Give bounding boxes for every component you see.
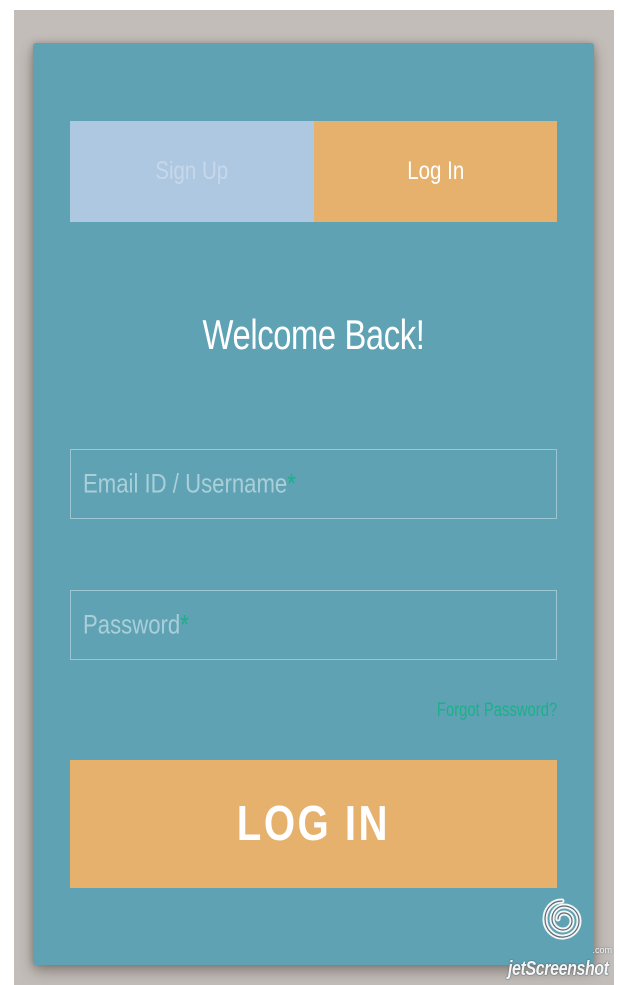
jetscreenshot-logo-icon [542, 898, 582, 940]
watermark-text: jetScreenshot [508, 958, 609, 980]
tab-login-label: Log In [406, 157, 464, 185]
password-placeholder: Password* [83, 609, 189, 640]
email-field[interactable]: Email ID / Username* [70, 449, 557, 519]
auth-tabs: Sign Up Log In [70, 121, 557, 222]
watermark: .com jetScreenshot [508, 893, 616, 983]
page-title: Welcome Back! [202, 311, 425, 358]
login-card: Sign Up Log In Welcome Back! Email ID / … [33, 43, 594, 965]
watermark-suffix: .com [592, 945, 612, 955]
tab-signup-label: Sign Up [155, 157, 229, 185]
login-button[interactable]: LOG IN [70, 760, 557, 888]
required-marker: * [180, 609, 189, 640]
login-button-label: LOG IN [236, 797, 391, 851]
forgot-password-link[interactable]: Forgot Password? [437, 700, 557, 722]
password-field[interactable]: Password* [70, 590, 557, 660]
tab-signup[interactable]: Sign Up [70, 121, 314, 222]
email-placeholder: Email ID / Username* [83, 468, 296, 499]
tab-login[interactable]: Log In [313, 121, 557, 222]
required-marker: * [287, 468, 296, 499]
